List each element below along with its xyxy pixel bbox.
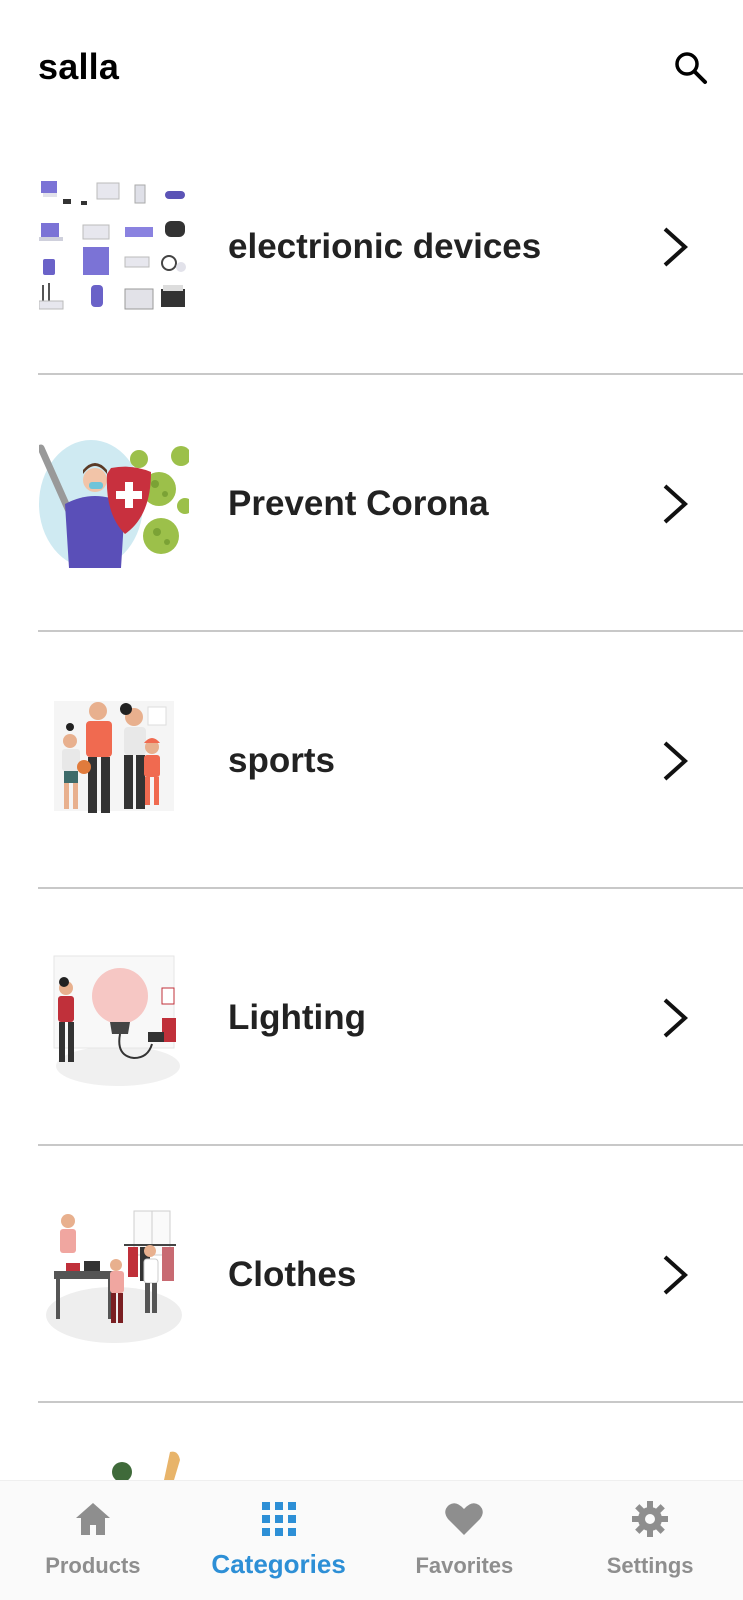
nav-item-categories[interactable]: Categories <box>186 1481 372 1600</box>
chevron-right-icon <box>663 998 688 1037</box>
nav-label: Categories <box>211 1549 346 1579</box>
category-image <box>38 428 190 580</box>
category-row[interactable]: Prevent Corona <box>0 375 743 632</box>
app-title: salla <box>38 46 120 87</box>
chevron-right-icon <box>663 227 688 266</box>
nav-label: Settings <box>606 1553 694 1578</box>
prevent-corona-illustration <box>39 439 189 568</box>
grid-icon <box>259 1499 299 1539</box>
category-row[interactable]: sports <box>0 632 743 889</box>
category-row[interactable]: electrionic devices <box>0 118 743 375</box>
sports-family-illustration <box>54 700 174 813</box>
category-image <box>38 171 190 323</box>
category-image <box>38 1199 190 1351</box>
category-image <box>38 685 190 837</box>
gear-icon <box>630 1499 670 1539</box>
category-row[interactable]: Lighting <box>0 889 743 1146</box>
category-label: electrionic devices <box>228 226 542 266</box>
search-button[interactable] <box>665 42 717 94</box>
category-label: Prevent Corona <box>228 483 489 523</box>
app-bar: salla <box>0 18 743 118</box>
clothes-shop-illustration <box>46 1210 182 1343</box>
category-image <box>38 942 190 1094</box>
home-icon <box>73 1499 113 1539</box>
nav-item-products[interactable]: Products <box>0 1481 186 1600</box>
nav-item-favorites[interactable]: Favorites <box>372 1481 558 1600</box>
chevron-right-icon <box>663 1255 688 1294</box>
divider <box>38 1401 743 1403</box>
nav-item-settings[interactable]: Settings <box>557 1481 743 1600</box>
chevron-right-icon <box>663 484 688 523</box>
next-category-image-partial <box>112 1451 180 1480</box>
search-icon <box>675 52 707 84</box>
electronic-devices-illustration <box>39 180 186 309</box>
lighting-bulb-illustration <box>53 955 180 1086</box>
chevron-right-icon <box>663 741 688 780</box>
nav-label: Products <box>45 1553 141 1578</box>
category-label: sports <box>228 740 335 780</box>
bottom-navigation: Products Categories Favorites Settings <box>0 1480 743 1600</box>
heart-icon <box>444 1499 484 1539</box>
category-label: Lighting <box>228 997 367 1037</box>
category-row[interactable]: Clothes <box>0 1146 743 1403</box>
category-list: electrionic devices Prevent Corona sport… <box>0 118 743 1403</box>
nav-label: Favorites <box>415 1553 514 1578</box>
category-label: Clothes <box>228 1254 357 1294</box>
app-root: salla electrionic devices Prevent Corona… <box>0 0 743 1600</box>
